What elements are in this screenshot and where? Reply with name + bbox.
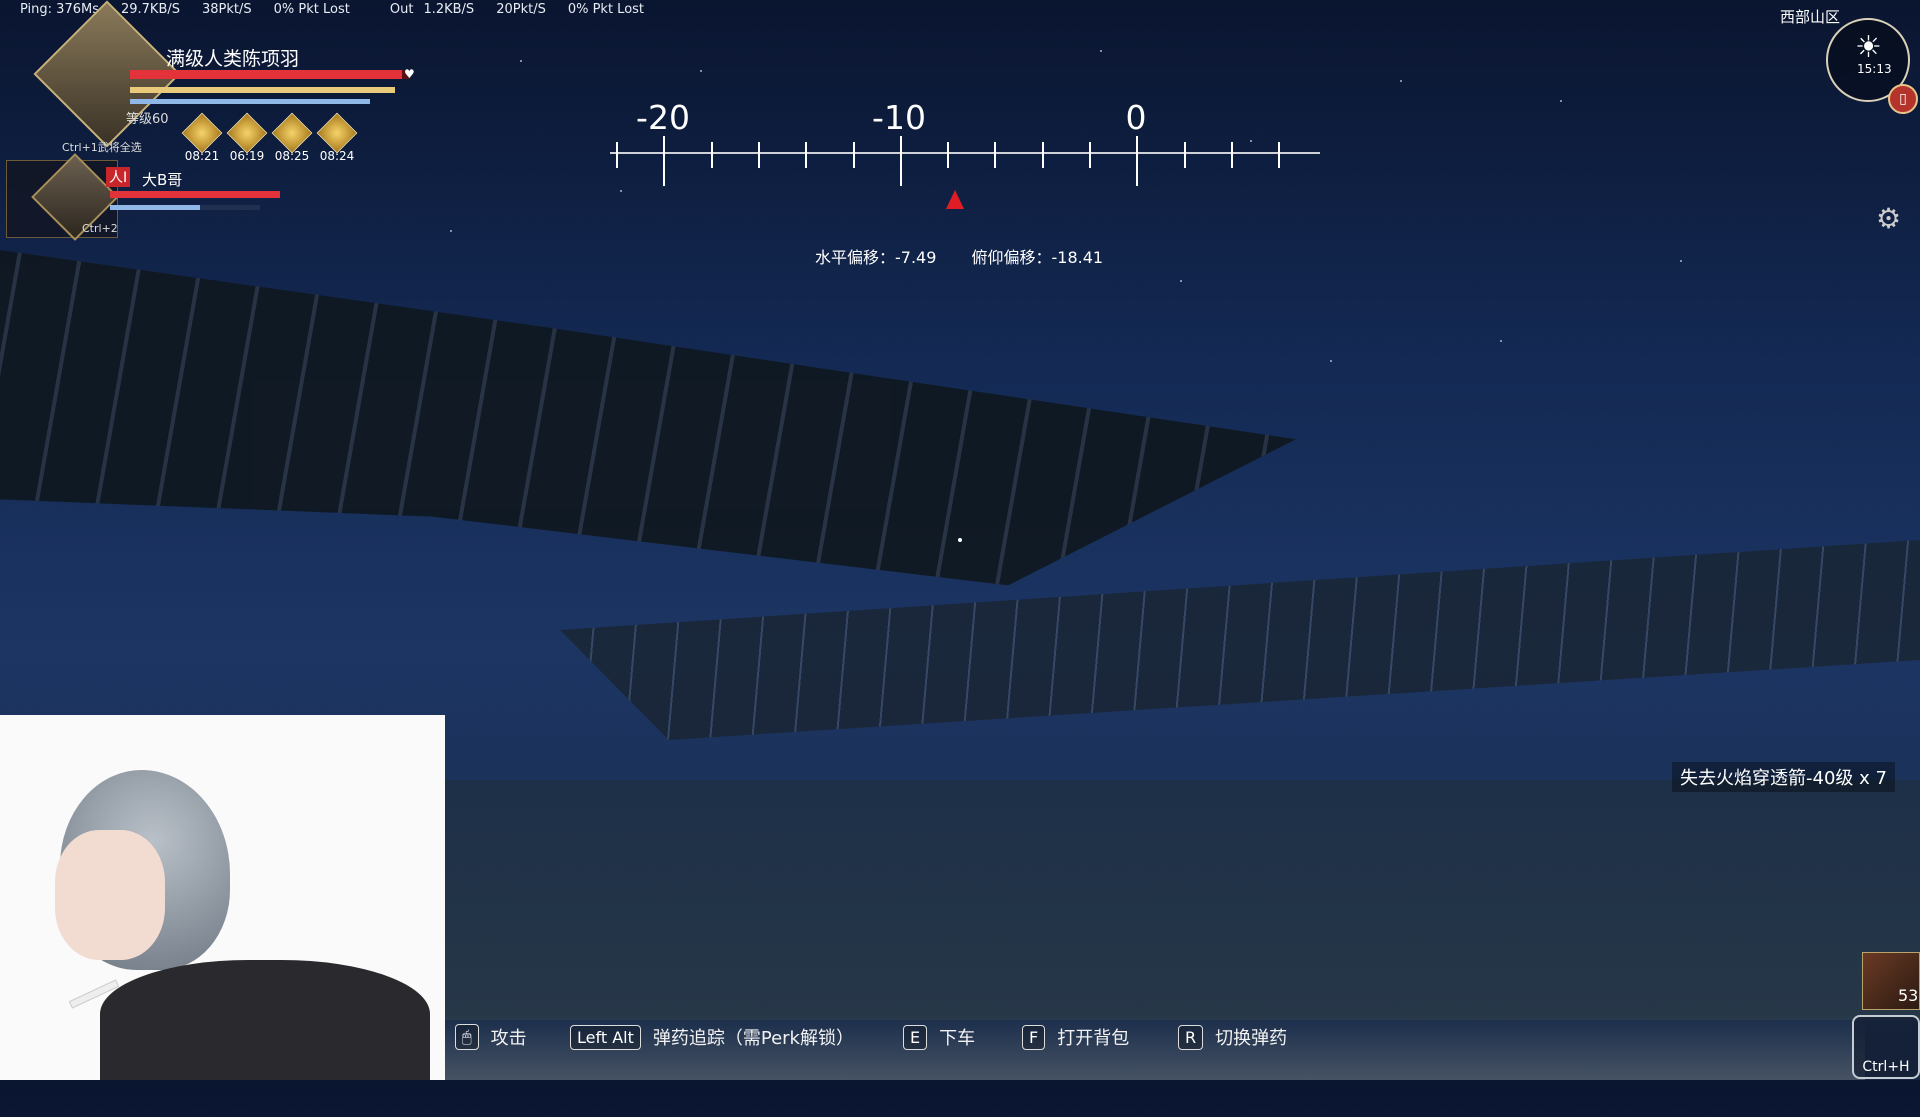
heart-icon: ♥	[404, 67, 415, 81]
hotkey-switch-ammo[interactable]: R 切换弹药	[1178, 1024, 1287, 1050]
star	[450, 230, 452, 232]
out-lost: 0% Pkt Lost	[567, 2, 645, 17]
hotkey-attack[interactable]: 🖱 攻击	[455, 1024, 527, 1050]
out-pkt: 20Pkt/S	[496, 2, 546, 17]
star	[1400, 80, 1402, 82]
star	[1180, 280, 1182, 282]
hotkey-key: R	[1178, 1024, 1204, 1050]
compass-tick	[616, 142, 618, 168]
hotkey-open-bag[interactable]: F 打开背包	[1022, 1024, 1129, 1050]
compass-tick	[710, 142, 713, 168]
star	[1680, 260, 1682, 262]
star	[1560, 100, 1562, 102]
crosshair-icon	[958, 538, 962, 542]
player-stamina-bar	[130, 87, 395, 93]
buff-slot[interactable]: 08:21	[180, 112, 224, 163]
compass-tick	[805, 142, 808, 168]
hotkey-key: E	[903, 1024, 928, 1050]
player-mana-bar	[130, 99, 370, 104]
item-lost-notification: 失去火焰穿透箭-40级 x 7	[1672, 762, 1895, 792]
companion-badge: 人Ⅰ	[106, 167, 131, 187]
ping-text: Ping: 376Ms	[20, 2, 99, 17]
star	[1330, 360, 1332, 362]
player-level: 等级60	[126, 112, 169, 127]
star	[620, 190, 622, 192]
horizontal-offset: 水平偏移：-7.49	[815, 248, 937, 267]
compass-tick	[1230, 142, 1233, 168]
compass-tick	[1278, 142, 1281, 168]
ctrl-h-label: Ctrl+H	[1862, 1059, 1910, 1075]
compass-label: -20	[636, 98, 690, 137]
out-label: Out	[389, 2, 414, 17]
hotkey-label: 下车	[939, 1028, 976, 1049]
companion-shortcut: Ctrl+2	[82, 222, 118, 235]
compass-tick	[1136, 136, 1139, 186]
keyboard-shortcut-button[interactable]: Ctrl+H	[1852, 1015, 1920, 1079]
vertical-offset: 俯仰偏移：-18.41	[971, 248, 1104, 267]
compass-tick	[663, 136, 666, 186]
compass-tick	[1183, 142, 1186, 168]
aim-offset: 水平偏移：-7.49 俯仰偏移：-18.41	[815, 244, 1133, 268]
ground-foliage	[440, 780, 1920, 1020]
compass-tick	[947, 142, 950, 168]
in-lost: 0% Pkt Lost	[273, 2, 350, 17]
hotkey-label: 攻击	[490, 1028, 527, 1049]
aim-marker-icon	[946, 190, 964, 209]
companion-mana-bar	[110, 205, 260, 210]
compass-tick	[757, 142, 760, 168]
region-name: 西部山区	[1780, 8, 1841, 26]
companion-name: 大B哥	[142, 171, 183, 189]
bridge-structure	[560, 540, 1920, 740]
vehicle-icon[interactable]: ⚙	[1876, 202, 1901, 235]
hotkey-key: F	[1022, 1024, 1046, 1050]
star	[520, 60, 522, 62]
compass-tick	[852, 142, 855, 168]
hotkey-label: 切换弹药	[1215, 1028, 1288, 1049]
compass-line	[610, 152, 1320, 154]
quest-icon[interactable]: ▯	[1888, 84, 1918, 114]
mouse-icon: 🖱	[455, 1024, 479, 1050]
star	[1100, 50, 1102, 52]
buff-icon	[181, 112, 223, 154]
buff-icon	[316, 112, 358, 154]
compass-label: -10	[872, 98, 926, 137]
hotkey-ammo-tracking[interactable]: Left Alt 弹药追踪（需Perk解锁）	[570, 1024, 854, 1050]
hotkey-label: 弹药追踪（需Perk解锁）	[652, 1028, 854, 1049]
player-name: 满级人类陈项羽	[166, 48, 300, 70]
streamer-face	[55, 830, 165, 960]
compass-tick	[1041, 142, 1044, 168]
in-rate: 29.7KB/S	[120, 2, 181, 17]
streamer-shirt	[100, 960, 430, 1080]
buff-slot[interactable]: 06:19	[225, 112, 269, 163]
out-rate: 1.2KB/S	[423, 2, 475, 17]
hotkey-exit-vehicle[interactable]: E 下车	[903, 1024, 975, 1050]
buff-slot[interactable]: 08:25	[270, 112, 314, 163]
hotkey-key: Left Alt	[570, 1024, 641, 1050]
buff-icon	[271, 112, 313, 154]
compass-tick	[994, 142, 997, 168]
compass-label: 0	[1125, 98, 1147, 137]
star	[1250, 140, 1252, 142]
player-health-bar	[130, 70, 410, 79]
sun-icon: ☀	[1855, 30, 1882, 65]
star	[1500, 340, 1502, 342]
buff-slot[interactable]: 08:24	[315, 112, 359, 163]
clock-time: 15:13	[1857, 62, 1892, 76]
companion-health-bar	[110, 191, 280, 198]
compass-tick	[899, 136, 902, 186]
in-pkt: 38Pkt/S	[202, 2, 252, 17]
buff-icon	[226, 112, 268, 154]
hotkey-label: 打开背包	[1057, 1028, 1130, 1049]
compass-tick	[1089, 142, 1091, 168]
ammo-count: 53	[1898, 986, 1919, 1005]
star	[700, 70, 702, 72]
